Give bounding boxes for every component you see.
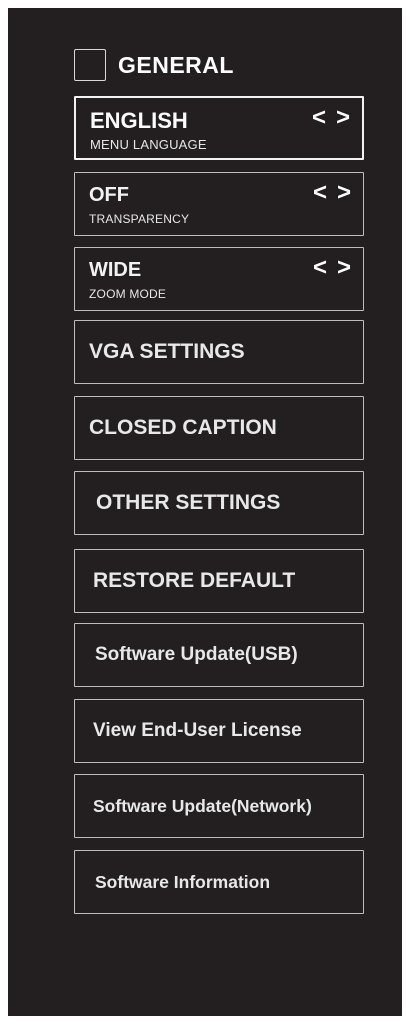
other-settings-label: OTHER SETTINGS	[96, 491, 281, 514]
software-information-label: Software Information	[95, 871, 271, 892]
restore-default-label: RESTORE DEFAULT	[93, 569, 296, 592]
software-update-network-button[interactable]: Software Update(Network)	[74, 774, 364, 838]
zoom-mode-prev-arrow-icon[interactable]: <	[313, 256, 327, 280]
vga-settings-button[interactable]: VGA SETTINGS	[74, 320, 364, 384]
zoom-mode-selector[interactable]: WIDE ZOOM MODE < >	[74, 247, 364, 311]
page-title: GENERAL	[118, 51, 234, 78]
menu-language-selector[interactable]: ENGLISH MENU LANGUAGE < >	[74, 96, 364, 160]
transparency-prev-arrow-icon[interactable]: <	[313, 181, 327, 205]
menu-language-next-arrow-icon[interactable]: >	[336, 106, 350, 130]
zoom-mode-value: WIDE	[89, 259, 142, 281]
transparency-selector[interactable]: OFF TRANSPARENCY < >	[74, 172, 364, 236]
software-update-network-label: Software Update(Network)	[93, 795, 312, 816]
transparency-next-arrow-icon[interactable]: >	[337, 181, 351, 205]
general-settings-panel: GENERAL ENGLISH MENU LANGUAGE < > OFF TR…	[8, 8, 402, 1016]
other-settings-button[interactable]: OTHER SETTINGS	[74, 471, 364, 535]
view-license-label: View End-User License	[93, 720, 302, 741]
menu-language-label: MENU LANGUAGE	[90, 137, 207, 152]
software-update-usb-button[interactable]: Software Update(USB)	[74, 623, 364, 687]
transparency-label: TRANSPARENCY	[89, 212, 190, 226]
transparency-value: OFF	[89, 184, 129, 206]
general-header: GENERAL	[74, 49, 234, 81]
view-license-button[interactable]: View End-User License	[74, 699, 364, 763]
closed-caption-button[interactable]: CLOSED CAPTION	[74, 396, 364, 460]
software-information-button[interactable]: Software Information	[74, 850, 364, 914]
zoom-mode-label: ZOOM MODE	[89, 287, 167, 301]
closed-caption-label: CLOSED CAPTION	[89, 416, 277, 439]
menu-language-prev-arrow-icon[interactable]: <	[312, 106, 326, 130]
menu-language-value: ENGLISH	[90, 108, 188, 133]
zoom-mode-next-arrow-icon[interactable]: >	[337, 256, 351, 280]
restore-default-button[interactable]: RESTORE DEFAULT	[74, 549, 364, 613]
vga-settings-label: VGA SETTINGS	[89, 340, 245, 363]
software-update-usb-label: Software Update(USB)	[95, 644, 298, 665]
checkbox-square-icon	[74, 49, 106, 81]
